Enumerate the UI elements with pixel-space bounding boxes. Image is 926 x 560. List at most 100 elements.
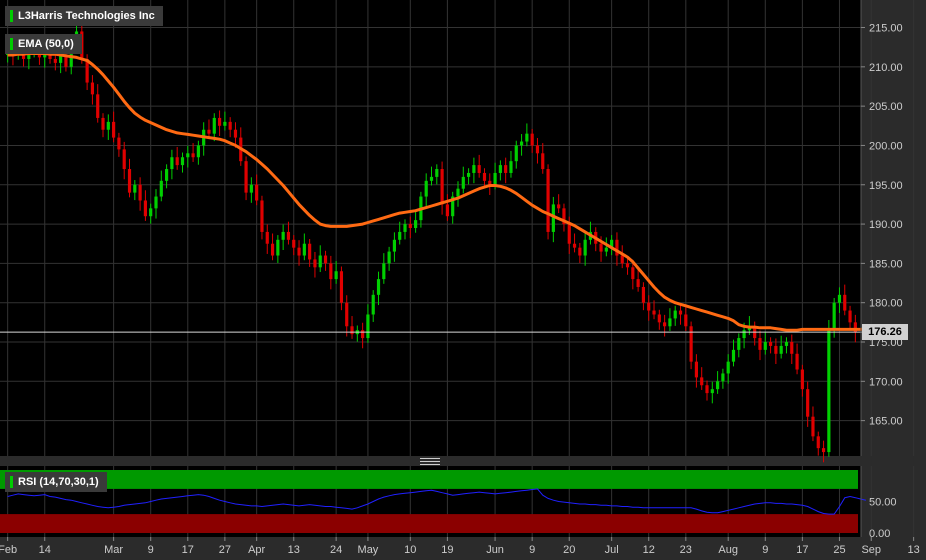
rsi-oversold-zone (0, 514, 858, 533)
candle-body (811, 416, 815, 437)
price-panel-background (0, 0, 861, 456)
candle-body (149, 208, 153, 217)
candle-body (445, 204, 449, 217)
candle-body (482, 172, 487, 181)
chart-title: L3Harris Technologies Inc (5, 6, 163, 26)
candle-body (361, 330, 365, 339)
time-tick-label: 12 (643, 544, 655, 556)
candle-body (456, 188, 460, 197)
candle-body (673, 310, 677, 319)
candle-body (525, 133, 529, 142)
time-axis: Feb 14 Mar 9 17 27 Apr 13 24 May 10 19 Jun 9 20 Jul 12 23… (0, 537, 920, 556)
candle-body (270, 243, 275, 256)
candle-body (620, 255, 624, 264)
candle-body (768, 342, 773, 346)
candle-body (477, 165, 481, 173)
candle-body (398, 231, 402, 240)
candle-body (382, 263, 386, 280)
candle-body (329, 263, 333, 280)
candle-body (689, 326, 693, 362)
candle-body (101, 117, 105, 130)
rsi-tick-label: 50.00 (869, 497, 897, 509)
candle-body (112, 121, 116, 138)
time-tick-label: 9 (529, 544, 535, 556)
candle-body (308, 243, 312, 260)
candle-body (265, 231, 269, 244)
candle-body (800, 369, 804, 390)
candle-body (546, 169, 550, 232)
rsi-legend[interactable]: RSI (14,70,30,1) (5, 472, 107, 492)
candle-body (509, 161, 513, 173)
price-tick-label: 210.00 (869, 62, 903, 74)
candle-body (133, 184, 137, 193)
time-tick-label: 14 (39, 544, 51, 556)
candle-body (541, 153, 545, 170)
price-axis: 215.00 210.00 205.00 200.00 195.00 190.00 185.… (860, 0, 903, 456)
candle-body (260, 200, 264, 232)
candle-body (694, 361, 698, 378)
candle-body (774, 345, 778, 354)
price-tick-label: 205.00 (869, 101, 903, 113)
candle-body (721, 373, 725, 382)
candle-body (631, 267, 635, 280)
last-price-badge: 176.26 (862, 324, 908, 340)
price-tick-label: 200.00 (869, 140, 903, 152)
candle-body (366, 314, 370, 339)
time-tick-label: 10 (404, 544, 416, 556)
candle-body (668, 318, 672, 327)
candle-body (281, 231, 285, 240)
candle-body (96, 94, 100, 118)
candle-body (832, 302, 836, 331)
stock-chart[interactable]: 215.00210.00205.00200.00195.00190.00185.… (0, 0, 926, 560)
candle-body (758, 338, 762, 350)
candle-body (440, 169, 444, 205)
candle-body (339, 271, 344, 303)
time-tick-label: Jul (605, 544, 619, 556)
candle-body (625, 263, 630, 268)
candle-body (599, 243, 603, 252)
candle-body (647, 302, 651, 311)
candle-body (159, 180, 163, 197)
price-tick-label: 195.00 (869, 180, 903, 192)
time-tick-label: 17 (182, 544, 194, 556)
candle-body (678, 310, 683, 315)
candle-body (498, 165, 502, 173)
candle-body (429, 176, 434, 181)
candle-body (567, 224, 571, 244)
candle-body (127, 169, 132, 193)
candle-body (165, 169, 169, 181)
time-tick-label: Feb (0, 544, 17, 556)
candle-body (705, 385, 709, 394)
candle-body (493, 172, 497, 185)
candle-body (557, 204, 561, 209)
candle-body (636, 279, 640, 287)
candle-body (154, 196, 158, 209)
panel-splitter-handle[interactable] (420, 458, 440, 465)
candle-body (795, 353, 799, 370)
candle-body (180, 157, 185, 166)
candle-body (843, 294, 847, 311)
candle-body (318, 255, 322, 268)
candle-body (297, 247, 301, 256)
candle-body (392, 239, 397, 252)
rsi-axis: 50.00 0.00 (860, 466, 897, 540)
candle-body (233, 129, 238, 138)
candle-body (286, 231, 291, 240)
candle-body (106, 121, 110, 130)
candle-body (175, 157, 179, 166)
candle-body (504, 165, 508, 173)
candle-body (186, 153, 190, 158)
candle-body (604, 247, 608, 252)
price-tick-label: 180.00 (869, 298, 903, 310)
candle-body (196, 145, 200, 158)
candle-body (572, 243, 577, 248)
candle-body (731, 349, 736, 362)
candle-body (424, 180, 428, 197)
candle-body (641, 286, 646, 303)
candle-body (408, 224, 412, 228)
candle-body (255, 184, 259, 201)
ema-legend[interactable]: EMA (50,0) (5, 34, 82, 54)
candle-body (435, 169, 439, 177)
price-tick-label: 185.00 (869, 258, 903, 270)
time-tick-label: 9 (148, 544, 154, 556)
